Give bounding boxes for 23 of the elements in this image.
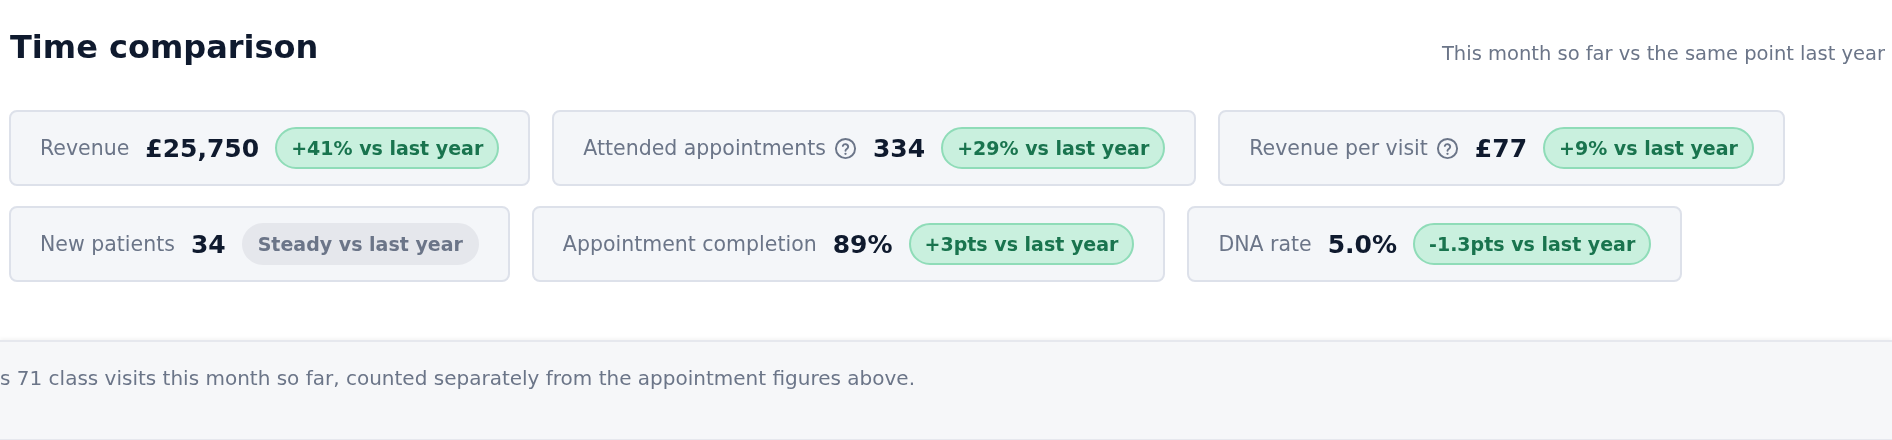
metric-label: Attended appointments <box>583 136 826 160</box>
section-subtitle: This month so far vs the same point last year <box>1441 41 1885 65</box>
metric-value: £25,750 <box>145 133 260 163</box>
help-icon[interactable] <box>1435 136 1459 160</box>
metric-value: 34 <box>190 229 226 259</box>
change-badge: +9% vs last year <box>1543 127 1754 169</box>
metric-label: Revenue per visit <box>1249 136 1428 160</box>
change-badge: Steady vs last year <box>241 223 479 265</box>
section-title: Time comparison <box>10 28 319 66</box>
change-badge: +3pts vs last year <box>908 223 1135 265</box>
metric-value: £77 <box>1474 133 1528 163</box>
metric-value: 89% <box>832 229 893 259</box>
metric-label: Appointment completion <box>562 232 817 256</box>
metric-label: DNA rate <box>1218 232 1312 256</box>
metric-label: New patients <box>40 232 175 256</box>
change-badge: +41% vs last year <box>275 127 500 169</box>
metric-value: 5.0% <box>1327 229 1398 259</box>
footnote-text: s 71 class visits this month so far, counted separately from the appointment figures above. <box>0 365 916 390</box>
help-icon[interactable] <box>833 136 857 160</box>
change-badge: +29% vs last year <box>941 127 1166 169</box>
metric-label: Revenue <box>40 136 130 160</box>
metric-value: 334 <box>872 133 926 163</box>
change-badge: -1.3pts vs last year <box>1413 223 1652 265</box>
